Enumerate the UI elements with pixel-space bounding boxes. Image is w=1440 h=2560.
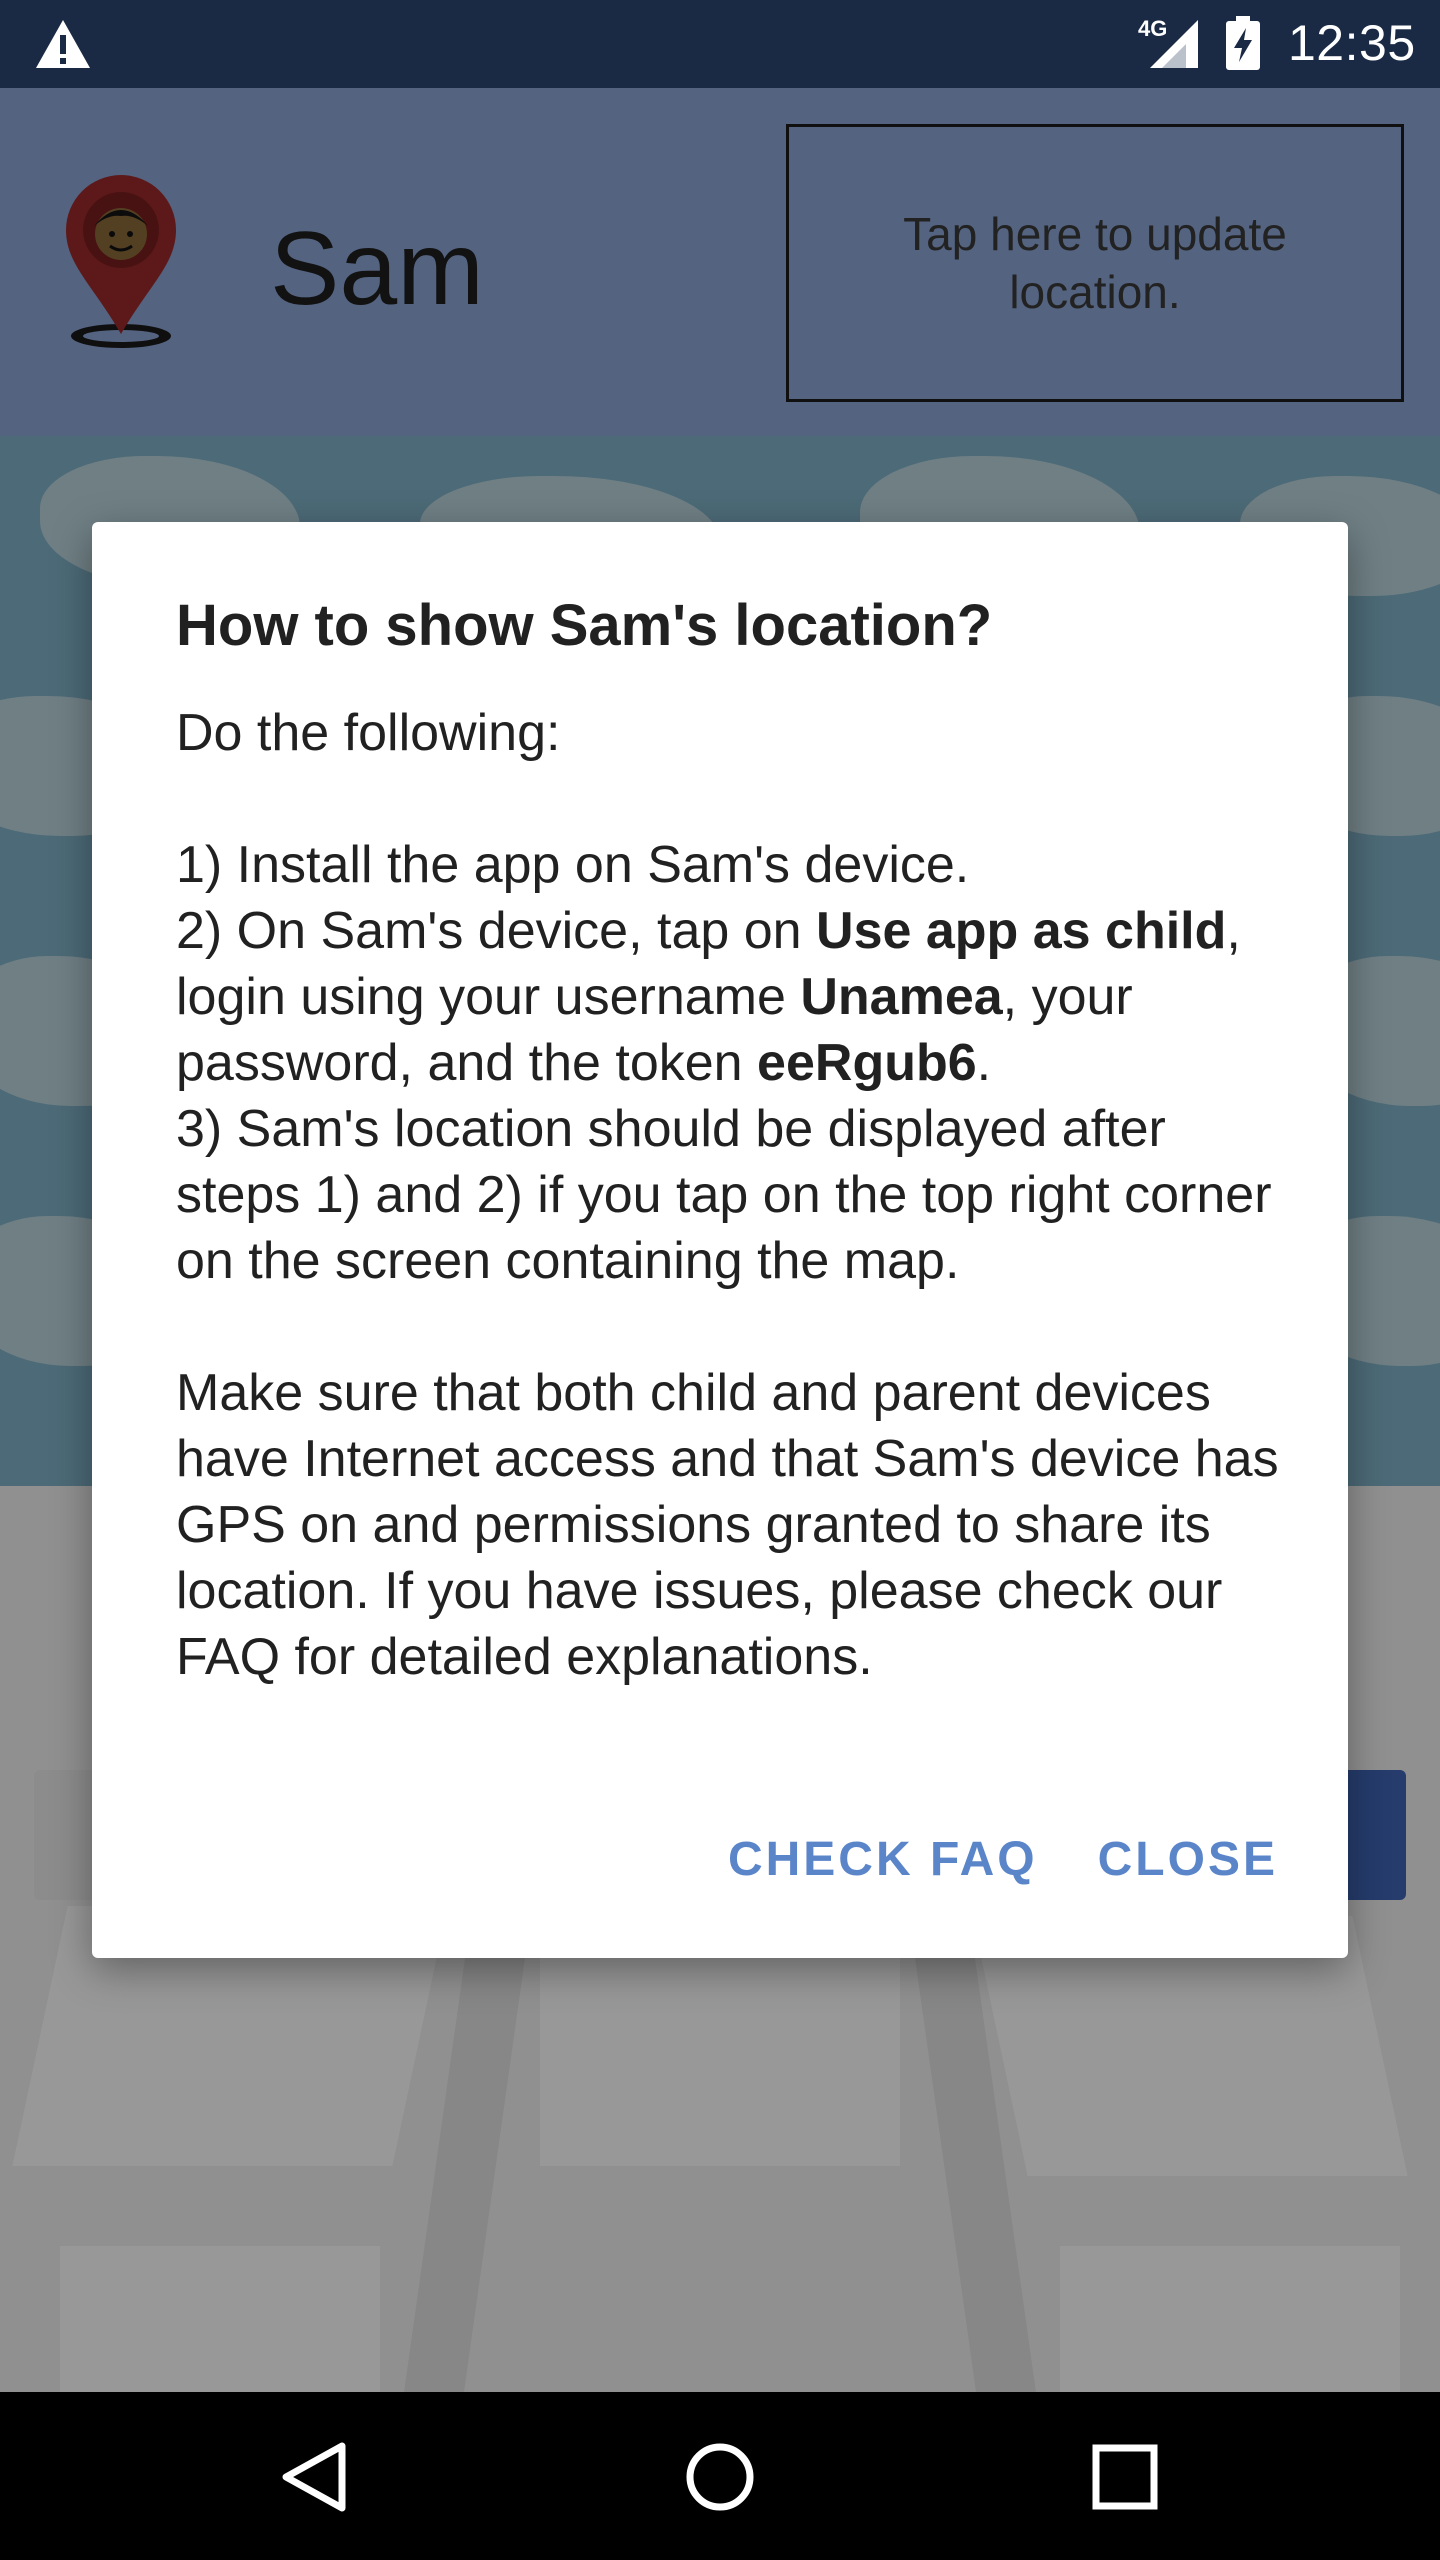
token-value: eeRgub6 — [757, 1034, 977, 1092]
note-text: Make sure that both child and parent dev… — [176, 1364, 1279, 1686]
status-bar: 4G 12:35 — [0, 0, 1440, 88]
instructions-dialog: How to show Sam's location? Do the follo… — [92, 522, 1348, 1958]
step-1-text: 1) Install the app on Sam's device. — [176, 836, 970, 894]
clock: 12:35 — [1288, 15, 1416, 71]
intro-text: Do the following: — [176, 704, 561, 762]
battery-charging-icon — [1226, 16, 1260, 70]
close-button[interactable]: CLOSE — [1098, 1832, 1278, 1887]
dialog-message: Do the following: 1) Install the app on … — [176, 700, 1286, 1690]
step-3-text: 3) Sam's location should be displayed af… — [176, 1100, 1272, 1290]
dialog-actions: CHECK FAQ CLOSE — [728, 1832, 1278, 1887]
dialog-title: How to show Sam's location? — [176, 593, 993, 658]
check-faq-button[interactable]: CHECK FAQ — [728, 1832, 1038, 1887]
step-2-suffix: . — [976, 1034, 992, 1092]
step-2-action: Use app as child — [816, 902, 1227, 960]
warning-icon — [36, 20, 90, 68]
back-icon[interactable] — [272, 2434, 358, 2520]
step-2-prefix: 2) On Sam's device, tap on — [176, 902, 817, 960]
recents-icon[interactable] — [1082, 2434, 1168, 2520]
home-icon[interactable] — [677, 2434, 763, 2520]
signal-icon — [1150, 20, 1198, 68]
step-2-text: 2) On Sam's device, tap on Use app as ch… — [176, 898, 1286, 1096]
username-value: Unamea — [800, 968, 1003, 1026]
navigation-bar — [0, 2392, 1440, 2560]
